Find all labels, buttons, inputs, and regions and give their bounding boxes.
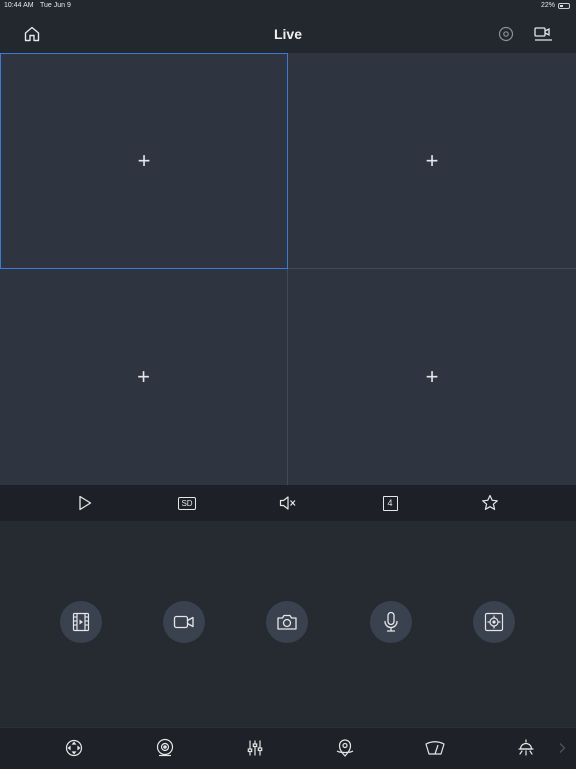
- split-screen-icon: 4: [382, 495, 398, 511]
- snapshot-camera-icon: [277, 614, 297, 630]
- split-count: 4: [387, 497, 393, 508]
- page-title: Live: [273, 26, 302, 42]
- favorite-button[interactable]: [479, 493, 501, 513]
- live-view-grid: + + + +: [0, 53, 576, 485]
- play-button[interactable]: [74, 493, 96, 513]
- wiper-button[interactable]: [423, 736, 447, 760]
- camera-view-button[interactable]: [153, 736, 177, 760]
- device-list-icon: [534, 27, 552, 41]
- sd-quality-icon: SD: [178, 496, 196, 510]
- add-camera-icon[interactable]: +: [138, 150, 151, 172]
- playback-toolbar: SD 4: [0, 485, 576, 521]
- film-playback-icon: [72, 612, 90, 632]
- home-button[interactable]: [20, 22, 44, 46]
- snapshot-button[interactable]: [266, 601, 308, 643]
- chevron-right-icon: [559, 743, 566, 753]
- status-time: 10:44 AM: [4, 2, 34, 9]
- sd-label: SD: [181, 498, 193, 508]
- video-cell-1[interactable]: +: [0, 53, 288, 269]
- mute-button[interactable]: [277, 493, 299, 513]
- add-camera-icon[interactable]: +: [426, 149, 439, 172]
- home-icon: [24, 26, 40, 42]
- microphone-icon: [384, 611, 398, 632]
- video-cell-3[interactable]: +: [0, 269, 288, 485]
- talk-button[interactable]: [370, 601, 412, 643]
- ptz-button[interactable]: [62, 736, 86, 760]
- quality-button[interactable]: SD: [175, 493, 199, 513]
- status-date: Tue Jun 9: [40, 2, 71, 9]
- device-list-button[interactable]: [532, 22, 556, 46]
- sliders-icon: [247, 740, 263, 756]
- split-screen-button[interactable]: 4: [379, 493, 401, 513]
- camera-eye-icon: [156, 738, 174, 757]
- preset-button[interactable]: [333, 736, 357, 760]
- record-video-icon: [173, 615, 194, 629]
- add-camera-icon[interactable]: +: [137, 366, 150, 388]
- location-pin-icon: [336, 739, 354, 757]
- play-icon: [79, 495, 92, 511]
- battery-indicator: 22%: [541, 0, 570, 12]
- more-functions-button[interactable]: [552, 736, 572, 760]
- bottom-function-bar: [0, 727, 576, 769]
- light-button[interactable]: [514, 736, 538, 760]
- record-button[interactable]: [163, 601, 205, 643]
- video-cell-4[interactable]: +: [288, 269, 576, 485]
- nav-bar: Live: [0, 12, 576, 52]
- adjust-button[interactable]: [243, 736, 267, 760]
- settings-button[interactable]: [494, 22, 518, 46]
- add-camera-icon[interactable]: +: [426, 366, 439, 388]
- mute-icon: [279, 496, 296, 510]
- wiper-icon: [425, 741, 445, 755]
- settings-icon: [498, 26, 514, 42]
- ptz-direction-icon: [65, 739, 83, 757]
- light-icon: [518, 739, 534, 756]
- favorite-star-icon: [482, 494, 498, 510]
- target-capture-icon: [484, 612, 504, 632]
- status-bar: 10:44 AM Tue Jun 9 22%: [0, 0, 576, 12]
- capture-button[interactable]: [473, 601, 515, 643]
- battery-percent: 22%: [540, 2, 555, 9]
- battery-icon: [558, 3, 570, 9]
- video-cell-2[interactable]: +: [288, 53, 576, 269]
- control-panel: [0, 521, 576, 726]
- playback-button[interactable]: [60, 601, 102, 643]
